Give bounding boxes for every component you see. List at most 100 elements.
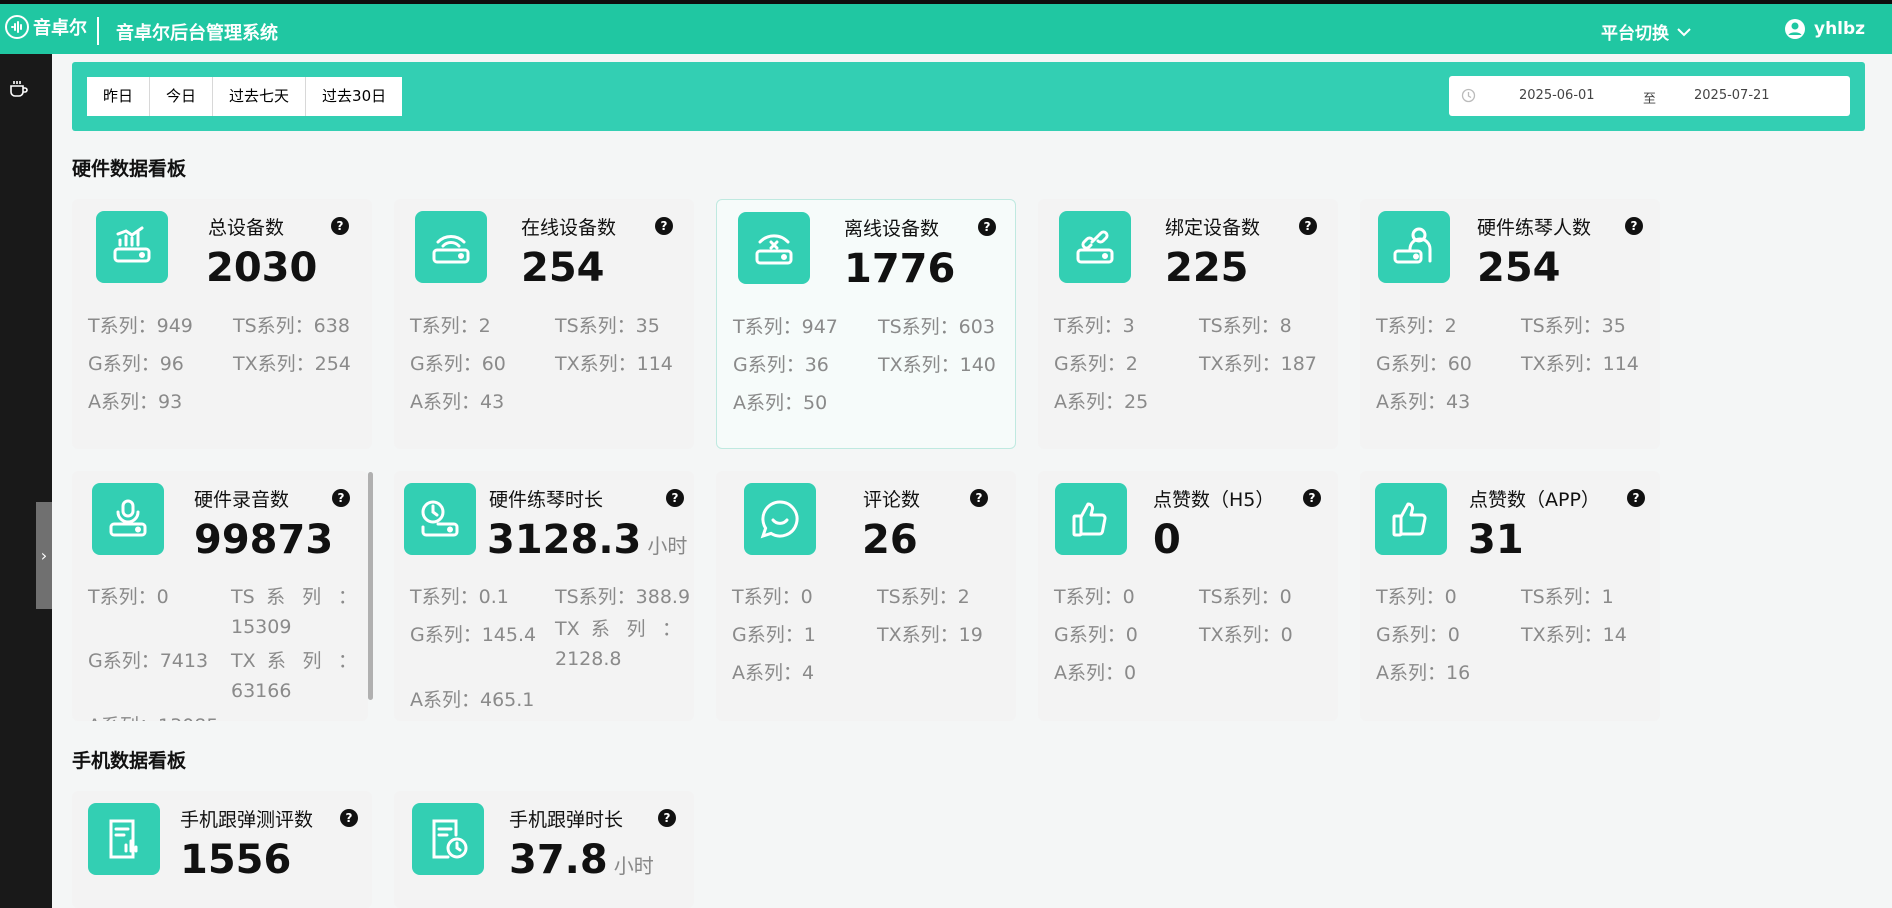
stat-tx-series: TX 系 列 ：2128.8 (555, 618, 681, 670)
stat-card-offline-devices: 离线设备数 ? 1776 T系列：947 TS系列：603 G系列：36 TX系… (716, 199, 1016, 449)
range-30days-button[interactable]: 过去30日 (306, 77, 402, 116)
card-title: 点赞数（APP） (1469, 489, 1600, 511)
card-title: 手机跟弹测评数 (180, 809, 314, 831)
stat-g-series: G系列：60 (410, 353, 506, 375)
stat-card-hardware-practice-users: 硬件练琴人数 ? 254 T系列：2 TS系列：35 G系列：60 TX系列：1… (1360, 199, 1660, 449)
chevron-right-icon: › (40, 546, 48, 565)
stat-t-series: T系列：0 (88, 586, 169, 608)
clock-icon (1461, 88, 1476, 103)
stat-ts-series: TS系列：8 (1199, 315, 1292, 337)
date-end[interactable]: 2025-07-21 (1694, 88, 1770, 103)
stat-t-series: T系列：0.1 (410, 586, 509, 608)
card-value: 0 (1153, 517, 1181, 563)
date-separator: 至 (1643, 92, 1657, 107)
stat-g-series: G系列：0 (1054, 624, 1138, 646)
stat-g-series: G系列：145.4 (410, 624, 537, 646)
stat-card-hardware-practice-duration: 硬件练琴时长 ? 3128.3 小时 T系列：0.1 TS系列：388.9 G系列… (394, 471, 694, 721)
logo-text: 音卓尔 (33, 18, 87, 39)
report-clock-icon (412, 803, 484, 875)
help-icon[interactable]: ? (666, 489, 684, 507)
coffee-cup-icon[interactable] (8, 78, 30, 100)
card-value-number: 3128.3 (487, 517, 642, 563)
user-device-icon (1378, 211, 1450, 283)
stat-a-series: A系列：4 (732, 662, 815, 684)
help-icon[interactable]: ? (658, 809, 676, 827)
card-scrollbar[interactable] (368, 472, 373, 700)
card-title: 在线设备数 (521, 217, 617, 239)
stat-tx-series: TX系列：0 (1199, 624, 1293, 646)
stat-a-series: A系列：43 (410, 391, 505, 413)
wifi-device-icon (415, 211, 487, 283)
sidebar-expand-handle[interactable]: › (36, 502, 52, 609)
card-title: 评论数 (863, 489, 921, 511)
stat-tx-series: TX系列：14 (1521, 624, 1627, 646)
help-icon[interactable]: ? (970, 489, 988, 507)
date-range-picker[interactable]: 2025-06-01 至 2025-07-21 (1449, 76, 1850, 116)
range-7days-button[interactable]: 过去七天 (213, 77, 307, 116)
stat-t-series: T系列：2 (1376, 315, 1457, 337)
user-menu[interactable]: yhlbz (1784, 18, 1865, 40)
stat-tx-series: TX 系 列 ：63166 (231, 650, 357, 702)
stat-card-hardware-recordings: 硬件录音数 ? 99873 T系列：0 TS 系 列 ：15309 G系列：74… (72, 471, 368, 721)
stat-ts-series: TS系列：0 (1199, 586, 1292, 608)
report-icon (88, 803, 160, 875)
stat-g-series: G系列：7413 (88, 650, 209, 672)
help-icon[interactable]: ? (1303, 489, 1321, 507)
stat-tx-series: TX系列：140 (878, 354, 996, 376)
card-title: 硬件练琴人数 (1477, 217, 1592, 239)
stat-g-series: G系列：2 (1054, 353, 1138, 375)
stat-a-series: A系列：13085 (88, 711, 218, 721)
quick-range-group: 昨日 今日 过去七天 过去30日 (87, 77, 403, 116)
hardware-board-title: 硬件数据看板 (72, 158, 187, 180)
card-value-number: 37.8 (509, 837, 608, 883)
thumbs-up-icon (1055, 483, 1127, 555)
card-value: 254 (1477, 245, 1561, 291)
chevron-down-icon (1677, 27, 1691, 36)
card-value-unit: 小时 (647, 534, 688, 558)
help-icon[interactable]: ? (978, 218, 996, 236)
stat-t-series: T系列：949 (88, 315, 193, 337)
help-icon[interactable]: ? (1627, 489, 1645, 507)
stat-a-series: A系列：465.1 (410, 689, 535, 711)
help-icon[interactable]: ? (1299, 217, 1317, 235)
help-icon[interactable]: ? (655, 217, 673, 235)
card-title: 离线设备数 (844, 218, 940, 240)
system-title: 音卓尔后台管理系统 (116, 23, 278, 44)
stat-t-series: T系列：0 (1376, 586, 1457, 608)
stat-ts-series: TS系列：638 (233, 315, 350, 337)
logo-icon (5, 15, 29, 39)
card-value: 1556 (180, 837, 292, 883)
mic-device-icon (92, 483, 164, 555)
top-bar: 音卓尔 音卓尔后台管理系统 平台切换 yhlbz (0, 0, 1892, 54)
range-today-button[interactable]: 今日 (150, 77, 214, 116)
stat-g-series: G系列：0 (1376, 624, 1460, 646)
stat-t-series: T系列：3 (1054, 315, 1135, 337)
range-yesterday-button[interactable]: 昨日 (87, 77, 151, 116)
stat-tx-series: TX系列：19 (877, 624, 983, 646)
stat-ts-series: TS系列：35 (1521, 315, 1626, 337)
comment-icon (744, 483, 816, 555)
stat-ts-series: TS系列：2 (877, 586, 970, 608)
platform-switch[interactable]: 平台切换 (1601, 19, 1691, 44)
card-value: 99873 (194, 517, 334, 563)
help-icon[interactable]: ? (340, 809, 358, 827)
date-start[interactable]: 2025-06-01 (1519, 88, 1595, 103)
stat-a-series: A系列：25 (1054, 391, 1149, 413)
card-title: 总设备数 (208, 217, 285, 239)
stat-card-likes-app: 点赞数（APP） ? 31 T系列：0 TS系列：1 G系列：0 TX系列：14… (1360, 471, 1660, 721)
card-value: 37.8 小时 (509, 837, 654, 883)
card-title: 点赞数（H5） (1153, 489, 1275, 511)
help-icon[interactable]: ? (331, 217, 349, 235)
card-value: 2030 (206, 245, 318, 291)
chart-device-icon (96, 211, 168, 283)
card-value: 225 (1165, 245, 1249, 291)
stat-ts-series: TS系列：388.9 (555, 586, 691, 608)
stat-card-online-devices: 在线设备数 ? 254 T系列：2 TS系列：35 G系列：60 TX系列：11… (394, 199, 694, 449)
stat-g-series: G系列：36 (733, 354, 829, 376)
card-value: 3128.3 小时 (487, 517, 687, 563)
help-icon[interactable]: ? (332, 489, 350, 507)
logo[interactable]: 音卓尔 (5, 14, 87, 40)
stat-g-series: G系列：1 (732, 624, 816, 646)
help-icon[interactable]: ? (1625, 217, 1643, 235)
stat-g-series: G系列：96 (88, 353, 184, 375)
